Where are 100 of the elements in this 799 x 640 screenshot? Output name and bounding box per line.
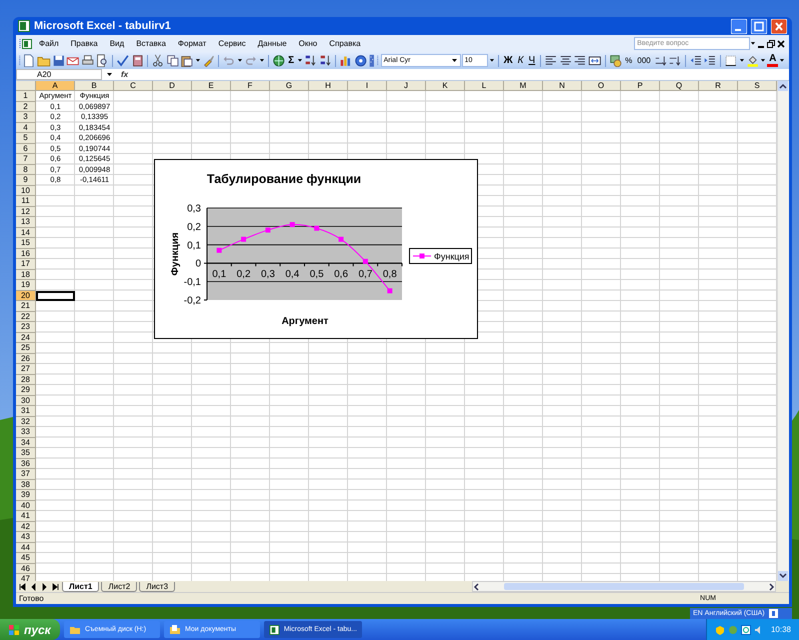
row-header[interactable]: 2 (16, 102, 36, 112)
row-header[interactable]: 7 (16, 154, 36, 164)
bar-chart-icon[interactable] (339, 54, 353, 68)
row-header[interactable]: 13 (16, 217, 36, 228)
sheet-tab[interactable]: Лист3 (139, 582, 176, 592)
sheet-tab[interactable]: Лист1 (62, 582, 100, 592)
toolbar-grip-icon[interactable] (18, 54, 22, 68)
next-sheet-icon[interactable] (40, 582, 49, 592)
function-button[interactable]: fx (117, 70, 132, 79)
row-header[interactable]: 19 (16, 280, 36, 290)
print-preview-icon[interactable] (95, 54, 109, 68)
column-header[interactable]: C (114, 81, 153, 91)
row-header[interactable]: 31 (16, 406, 36, 416)
row-header[interactable]: 17 (16, 259, 36, 270)
menu-item[interactable]: Данные (252, 38, 293, 49)
column-header[interactable]: D (153, 81, 192, 91)
row-header[interactable]: 15 (16, 238, 36, 248)
column-header[interactable]: P (621, 81, 660, 91)
first-sheet-icon[interactable] (18, 582, 27, 592)
sum-button[interactable]: Σ (286, 54, 296, 66)
align-right-icon[interactable] (573, 54, 587, 68)
align-left-icon[interactable] (544, 54, 558, 68)
scroll-thumb[interactable] (504, 583, 744, 590)
previous-sheet-icon[interactable] (29, 582, 38, 592)
minimize-button[interactable] (731, 18, 747, 34)
row-header[interactable]: 29 (16, 385, 36, 396)
column-header[interactable]: S (738, 81, 777, 91)
outdent-icon[interactable] (688, 54, 702, 68)
merge-cells-icon[interactable] (588, 54, 602, 68)
column-header[interactable]: K (426, 81, 465, 91)
scroll-down-icon[interactable] (778, 571, 788, 581)
scroll-left-icon[interactable] (473, 582, 481, 590)
brush-icon[interactable] (202, 54, 216, 68)
column-header[interactable]: N (543, 81, 582, 91)
row-header[interactable]: 6 (16, 144, 36, 154)
name-box[interactable]: A20 (16, 69, 102, 80)
row-header[interactable]: 39 (16, 490, 36, 500)
row-header[interactable]: 34 (16, 438, 36, 448)
row-header[interactable]: 38 (16, 480, 36, 490)
globe-icon[interactable] (272, 54, 286, 68)
column-header[interactable]: J (387, 81, 426, 91)
menu-item[interactable]: Вид (104, 38, 130, 49)
book-icon[interactable] (130, 54, 144, 68)
menu-item[interactable]: Сервис (212, 38, 252, 49)
row-header[interactable]: 12 (16, 206, 36, 217)
row-header[interactable]: 11 (16, 196, 36, 206)
restore-icon[interactable] (766, 38, 776, 48)
row-header[interactable]: 45 (16, 553, 36, 564)
row-header[interactable]: 23 (16, 322, 36, 332)
row-header[interactable]: 5 (16, 133, 36, 144)
scissors-icon[interactable] (151, 54, 165, 68)
toolbar-grip-icon[interactable] (368, 54, 376, 68)
vertical-scrollbar[interactable] (777, 81, 789, 581)
row-header[interactable]: 26 (16, 354, 36, 364)
column-header[interactable]: A (36, 81, 75, 91)
row-header[interactable]: 37 (16, 469, 36, 480)
scroll-right-icon[interactable] (767, 582, 775, 590)
row-header[interactable]: 47 (16, 574, 36, 581)
close-icon[interactable] (776, 38, 786, 48)
last-sheet-icon[interactable] (51, 582, 60, 592)
coins-icon[interactable] (608, 54, 622, 68)
column-header[interactable]: F (231, 81, 270, 91)
indent-icon[interactable] (703, 54, 718, 68)
clipboard-icon[interactable] (180, 54, 194, 68)
row-header[interactable]: 24 (16, 332, 36, 343)
menu-item[interactable]: Окно (292, 38, 324, 49)
decrease-decimal-icon[interactable] (668, 54, 682, 68)
row-header[interactable]: 46 (16, 564, 36, 574)
row-header[interactable]: 21 (16, 301, 36, 312)
printer-icon[interactable] (80, 54, 94, 68)
format-button[interactable]: Ч (526, 54, 538, 66)
align-center-icon[interactable] (558, 54, 572, 68)
format-button[interactable]: Ж (502, 54, 515, 66)
column-header[interactable]: Q (660, 81, 699, 91)
column-header[interactable]: I (348, 81, 387, 91)
row-header[interactable]: 44 (16, 542, 36, 553)
row-header[interactable]: 25 (16, 343, 36, 354)
increase-decimal-icon[interactable] (654, 54, 668, 68)
row-header[interactable]: 30 (16, 396, 36, 406)
row-header[interactable]: 42 (16, 522, 36, 532)
sort-descending-icon[interactable] (318, 54, 332, 68)
column-header[interactable]: B (75, 81, 114, 91)
menu-item[interactable]: Правка (64, 38, 104, 49)
column-header[interactable]: G (270, 81, 309, 91)
selected-cell[interactable] (36, 290, 75, 301)
spell-check-icon[interactable] (116, 54, 130, 68)
row-header[interactable]: 35 (16, 448, 36, 458)
row-header[interactable]: 20 (16, 290, 36, 301)
row-header[interactable]: 18 (16, 270, 36, 280)
row-header[interactable]: 8 (16, 164, 36, 175)
menu-item[interactable]: Файл (33, 38, 65, 49)
row-header[interactable]: 32 (16, 416, 36, 427)
row-header[interactable]: 27 (16, 364, 36, 374)
copy-icon[interactable] (166, 54, 180, 68)
row-header[interactable]: 41 (16, 511, 36, 522)
row-header[interactable]: 10 (16, 186, 36, 196)
format-button[interactable]: К (516, 54, 526, 66)
row-header[interactable]: 9 (16, 175, 36, 186)
row-header[interactable]: 1 (16, 91, 36, 102)
row-header[interactable]: 14 (16, 228, 36, 238)
